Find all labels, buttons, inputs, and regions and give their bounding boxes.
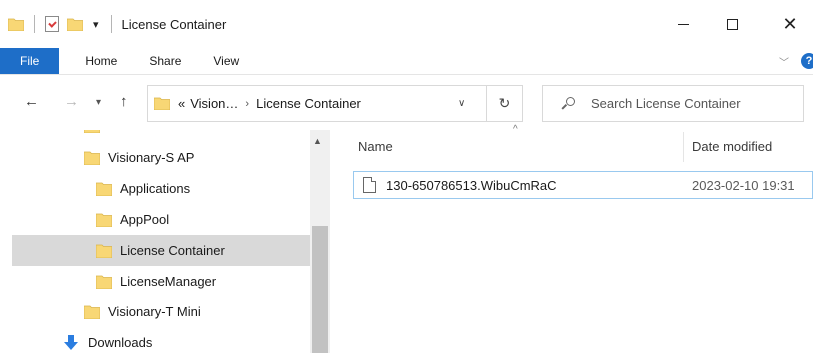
tree-item-partial — [83, 130, 108, 141]
search-icon — [561, 96, 575, 111]
tree-item-applications[interactable]: Applications — [95, 173, 310, 204]
column-header-date-modified[interactable]: Date modified — [692, 139, 772, 154]
separator — [110, 15, 112, 33]
separator — [34, 15, 35, 33]
folder-icon — [83, 130, 101, 133]
file-date-modified: 2023-02-10 19:31 — [692, 178, 795, 193]
breadcrumb-item[interactable]: License Container — [256, 96, 361, 111]
tree-item-label: Visionary-T Mini — [108, 304, 201, 319]
minimize-button[interactable] — [660, 0, 706, 48]
navigation-pane[interactable]: Visionary-S AP Applications AppPool Lice… — [0, 130, 330, 353]
tree-item-visionary-t-mini[interactable]: Visionary-T Mini — [83, 296, 310, 327]
recent-locations-chevron-icon[interactable]: ▾ — [96, 97, 101, 108]
tab-file[interactable]: File — [0, 48, 60, 74]
minimize-icon — [677, 23, 689, 25]
maximize-icon — [726, 18, 738, 30]
breadcrumb: « Vision… › License Container — [178, 96, 361, 111]
tree-item-licensemanager[interactable]: LicenseManager — [95, 266, 310, 297]
file-list-pane[interactable]: ^ Name Date modified 130-650786513.WibuC… — [330, 124, 813, 353]
expand-ribbon-icon[interactable]: ﹀ — [779, 54, 789, 69]
quick-access-toolbar: ▾ — [4, 15, 118, 33]
address-toolbar: ← → ▾ ↑ « Vision… › License Container ∨ … — [0, 74, 813, 130]
tree-item-visionary-s-ap[interactable]: Visionary-S AP — [83, 142, 310, 173]
address-bar[interactable]: « Vision… › License Container ∨ ↻ — [147, 85, 523, 122]
back-arrow-icon[interactable]: ← — [24, 93, 39, 110]
folder-icon — [95, 213, 113, 227]
column-divider[interactable] — [683, 132, 684, 162]
folder-icon — [154, 97, 170, 110]
address-dropdown-icon[interactable]: ∨ — [458, 98, 465, 109]
folder-icon — [83, 305, 101, 319]
breadcrumb-separator[interactable]: › — [245, 98, 249, 110]
sort-ascending-icon: ^ — [513, 124, 518, 135]
nav-scrollbar-thumb[interactable] — [312, 226, 328, 353]
help-icon[interactable]: ? — [801, 53, 813, 69]
download-arrow-icon — [62, 334, 80, 352]
tab-home[interactable]: Home — [69, 48, 133, 74]
window-title: License Container — [121, 16, 227, 32]
refresh-icon[interactable]: ↻ — [486, 86, 522, 121]
up-arrow-icon[interactable]: ↑ — [120, 93, 128, 110]
tree-item-license-container[interactable]: License Container — [12, 235, 310, 266]
tab-view[interactable]: View — [197, 48, 255, 74]
column-header-name[interactable]: Name — [358, 139, 393, 154]
file-icon — [363, 177, 376, 193]
folder-icon — [8, 18, 24, 31]
title-bar: ▾ License Container ✕ — [0, 0, 813, 48]
tab-share[interactable]: Share — [133, 48, 197, 74]
ribbon-right: ﹀ ? — [779, 48, 813, 74]
folder-icon — [95, 182, 113, 196]
search-box[interactable]: Search License Container — [542, 85, 804, 122]
ribbon-tabs: File Home Share View ﹀ ? — [0, 48, 813, 74]
folder-icon — [95, 244, 113, 258]
file-name: 130-650786513.WibuCmRaC — [386, 178, 557, 193]
search-placeholder: Search License Container — [591, 96, 741, 111]
file-row[interactable]: 130-650786513.WibuCmRaC 2023-02-10 19:31 — [353, 171, 813, 199]
forward-arrow-icon[interactable]: → — [64, 93, 79, 110]
tree-item-label: LicenseManager — [120, 274, 217, 289]
scroll-up-icon[interactable]: ▲ — [313, 136, 322, 146]
folder-icon — [83, 151, 101, 165]
properties-icon[interactable] — [45, 16, 59, 32]
tree-item-label: License Container — [120, 243, 225, 258]
close-button[interactable]: ✕ — [767, 0, 813, 48]
new-folder-icon[interactable] — [67, 18, 83, 31]
tree-item-downloads[interactable]: Downloads — [62, 327, 310, 353]
tree-item-label: Applications — [120, 181, 191, 196]
customize-quick-access-icon[interactable]: ▾ — [93, 18, 99, 31]
breadcrumb-item[interactable]: Vision… — [190, 96, 238, 111]
tree-item-label: Visionary-S AP — [108, 150, 195, 165]
maximize-button[interactable] — [709, 0, 755, 48]
tree-item-label: AppPool — [120, 212, 170, 227]
tree-item-apppool[interactable]: AppPool — [95, 204, 310, 235]
folder-icon — [95, 275, 113, 289]
breadcrumb-overflow[interactable]: « — [178, 96, 185, 111]
tree-item-label: Downloads — [88, 335, 153, 350]
